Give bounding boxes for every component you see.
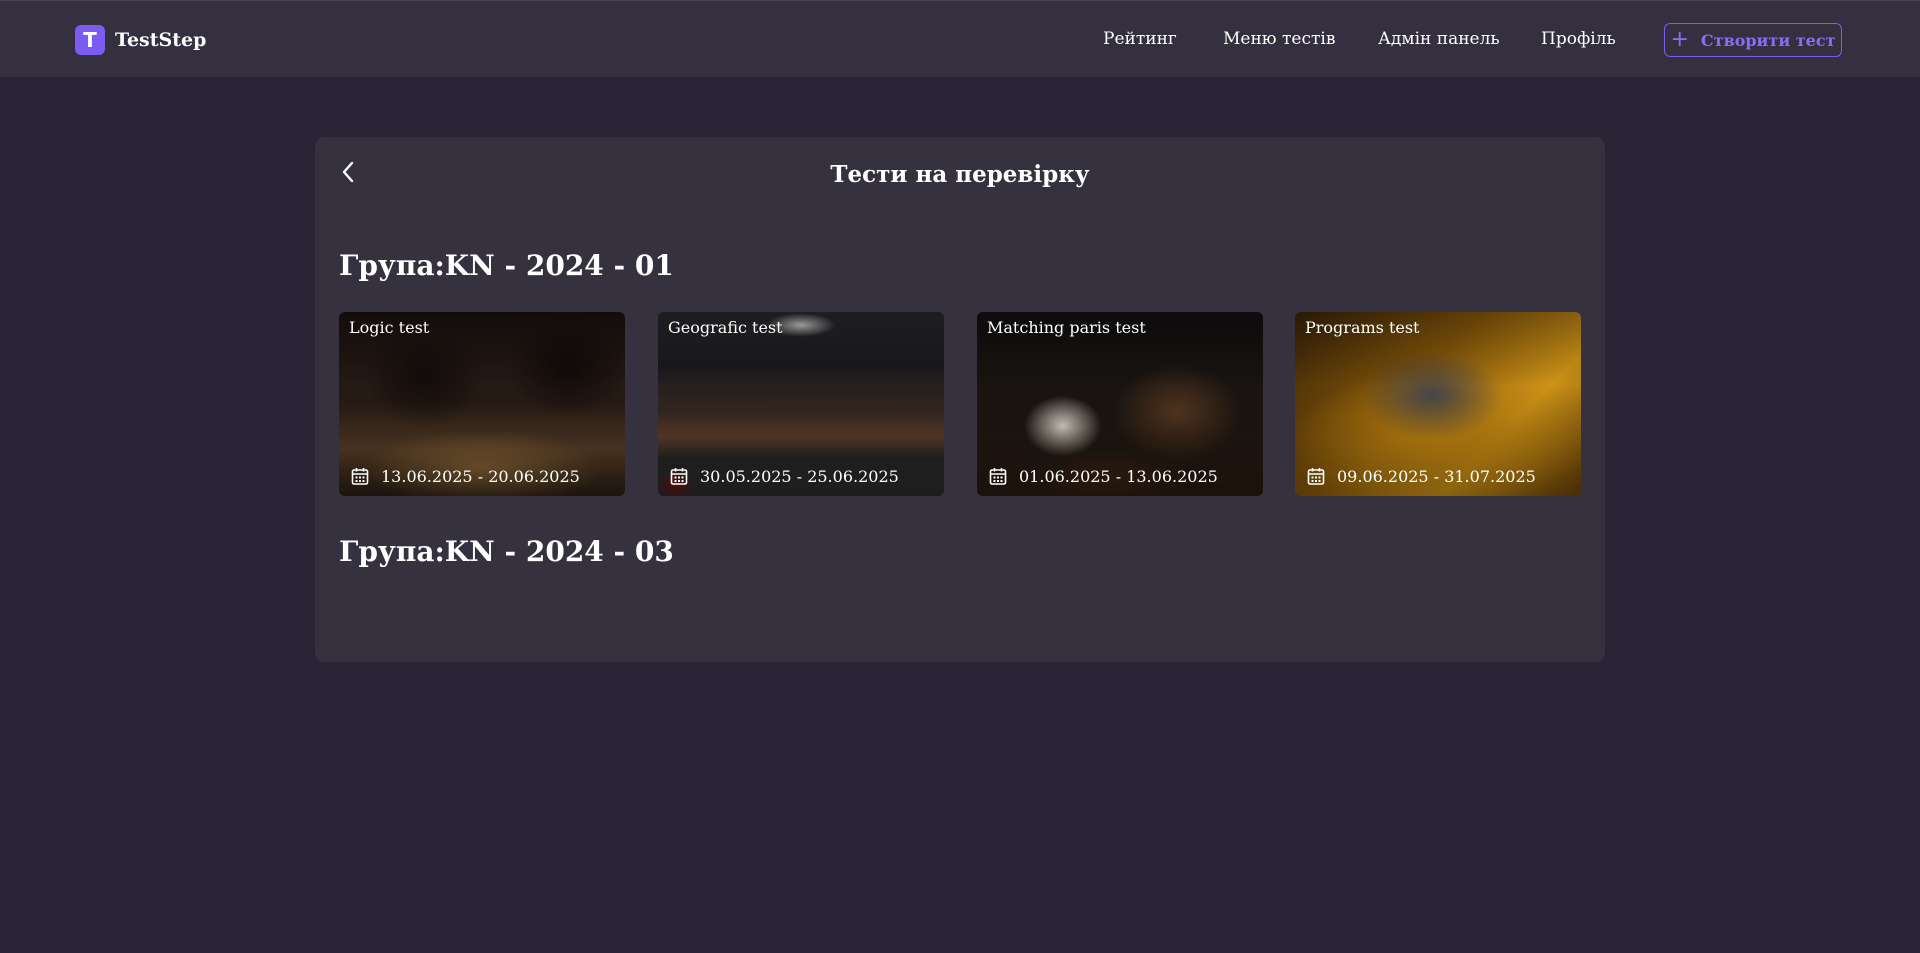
review-tests-panel: Тести на перевірку Група:KN - 2024 - 01 … bbox=[315, 137, 1605, 662]
test-card-title: Programs test bbox=[1305, 318, 1420, 337]
test-card[interactable]: Geografic test 30.05.2025 - 25.06.2025 bbox=[658, 312, 944, 496]
create-test-button[interactable]: + Створити тест bbox=[1664, 23, 1842, 57]
plus-icon: + bbox=[1670, 27, 1689, 52]
logo-mark-icon: T bbox=[75, 25, 105, 55]
group-title: Група:KN - 2024 - 01 bbox=[339, 249, 674, 282]
app-name: TestStep bbox=[115, 29, 207, 51]
logo[interactable]: T TestStep bbox=[75, 25, 206, 55]
test-card-dates: 09.06.2025 - 31.07.2025 bbox=[1307, 467, 1536, 486]
test-card[interactable]: Logic test 13.06.2025 - 20.06.2025 bbox=[339, 312, 625, 496]
test-card-dates: 30.05.2025 - 25.06.2025 bbox=[670, 467, 899, 486]
nav-link-admin-panel[interactable]: Адмін панель bbox=[1378, 29, 1500, 49]
calendar-icon bbox=[1307, 468, 1325, 485]
group-title: Група:KN - 2024 - 03 bbox=[339, 535, 674, 568]
test-card-title: Geografic test bbox=[668, 318, 783, 337]
test-card-date-range: 13.06.2025 - 20.06.2025 bbox=[381, 467, 580, 486]
calendar-icon bbox=[989, 468, 1007, 485]
create-test-label: Створити тест bbox=[1700, 30, 1836, 50]
test-card-title: Matching paris test bbox=[987, 318, 1146, 337]
test-card[interactable]: Programs test 09.06.2025 - 31.07.2025 bbox=[1295, 312, 1581, 496]
calendar-icon bbox=[351, 468, 369, 485]
test-card-title: Logic test bbox=[349, 318, 430, 337]
test-card-date-range: 30.05.2025 - 25.06.2025 bbox=[700, 467, 899, 486]
page-title: Тести на перевірку bbox=[830, 161, 1090, 188]
nav-link-tests-menu[interactable]: Меню тестів bbox=[1223, 29, 1335, 49]
test-card-date-range: 09.06.2025 - 31.07.2025 bbox=[1337, 467, 1536, 486]
group-tests-list: Logic test 13.06.2025 - 20.06.2025 Geogr… bbox=[339, 312, 1581, 497]
nav-link-profile[interactable]: Профіль bbox=[1541, 29, 1616, 49]
test-card[interactable]: Matching paris test 01.06.2025 - 13.06.2… bbox=[977, 312, 1263, 496]
test-card-dates: 13.06.2025 - 20.06.2025 bbox=[351, 467, 580, 486]
test-card-date-range: 01.06.2025 - 13.06.2025 bbox=[1019, 467, 1218, 486]
test-card-dates: 01.06.2025 - 13.06.2025 bbox=[989, 467, 1218, 486]
nav-link-rating[interactable]: Рейтинг bbox=[1103, 29, 1177, 49]
calendar-icon bbox=[670, 468, 688, 485]
top-navbar: T TestStep Рейтинг Меню тестів Адмін пан… bbox=[0, 0, 1920, 77]
